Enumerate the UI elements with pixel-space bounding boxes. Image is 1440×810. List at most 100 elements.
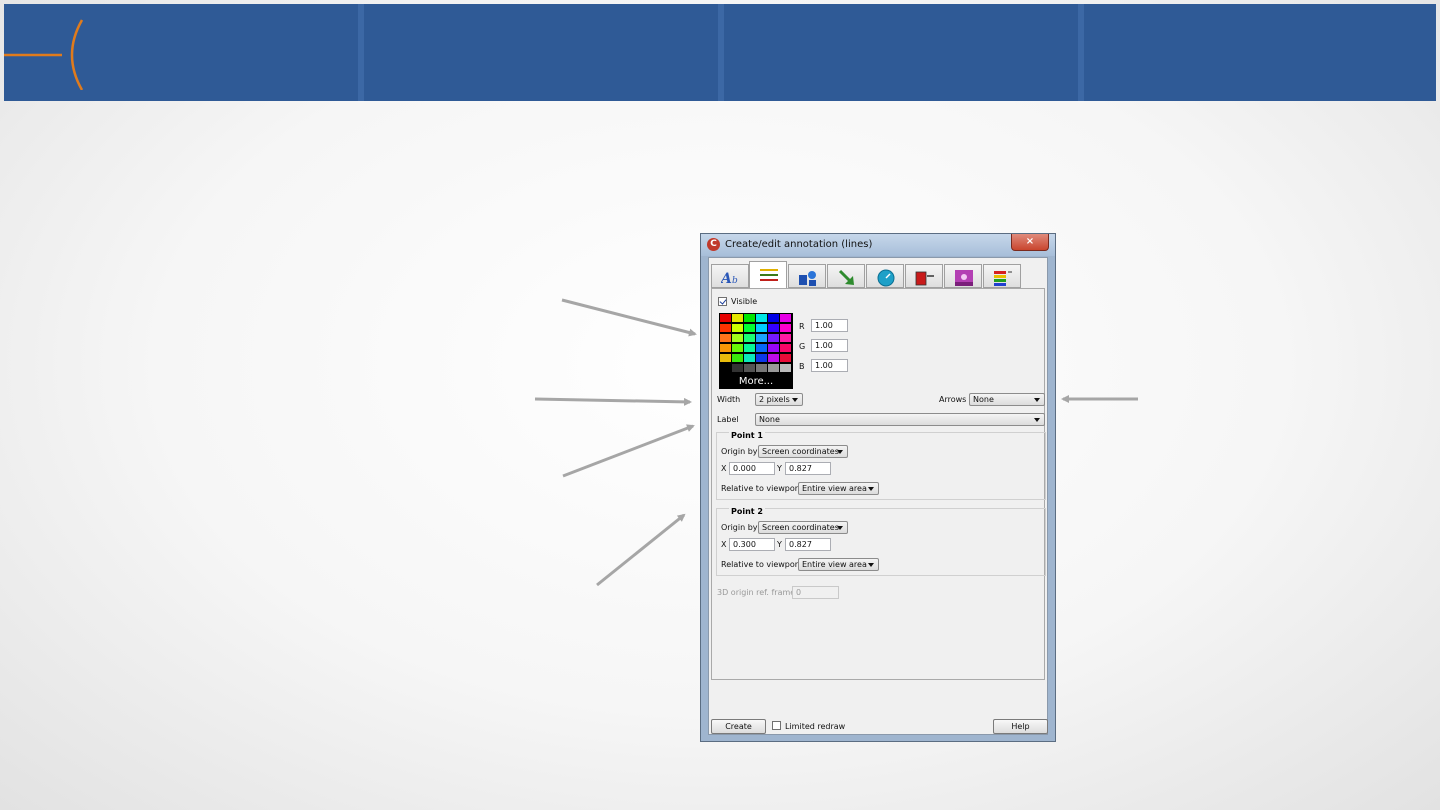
color-swatch[interactable] — [720, 344, 731, 352]
color-swatch[interactable] — [780, 364, 791, 372]
point1-viewport-value: Entire view area — [802, 484, 867, 493]
chevron-down-icon — [837, 450, 843, 454]
bracket-logo-icon — [4, 19, 84, 90]
color-swatch[interactable] — [732, 314, 743, 322]
green-label: G — [799, 342, 806, 351]
dialog-client: A b Visible More... R 1.00 G 1.00 B 1.00… — [708, 257, 1048, 735]
color-swatch[interactable] — [732, 334, 743, 342]
chevron-down-icon — [1034, 398, 1040, 402]
point2-x-input[interactable]: 0.300 — [729, 538, 775, 551]
close-button[interactable]: × — [1011, 234, 1049, 251]
limited-redraw-checkbox[interactable] — [772, 721, 781, 730]
color-swatch[interactable] — [744, 344, 755, 352]
legend-annotation-icon — [915, 271, 934, 286]
limited-redraw-label: Limited redraw — [785, 722, 846, 731]
color-swatch[interactable] — [780, 314, 791, 322]
color-swatch[interactable] — [756, 314, 767, 322]
point1-title: Point 1 — [729, 431, 765, 440]
color-swatch[interactable] — [720, 354, 731, 362]
point1-viewport-select[interactable]: Entire view area — [798, 482, 879, 495]
color-swatch[interactable] — [744, 354, 755, 362]
color-swatch[interactable] — [768, 364, 779, 372]
point2-origin-select[interactable]: Screen coordinates — [758, 521, 848, 534]
color-swatch[interactable] — [720, 314, 731, 322]
color-swatch[interactable] — [768, 314, 779, 322]
visible-label: Visible — [731, 297, 758, 306]
tab-colorbar[interactable] — [983, 264, 1021, 288]
point2-viewport-select[interactable]: Entire view area — [798, 558, 879, 571]
color-swatch[interactable] — [780, 324, 791, 332]
point1-origin-value: Screen coordinates — [762, 447, 839, 456]
visible-checkbox[interactable] — [718, 297, 727, 306]
tab-arrow[interactable] — [827, 264, 865, 288]
color-swatch[interactable] — [732, 364, 743, 372]
point1-x-input[interactable]: 0.000 — [729, 462, 775, 475]
dialog-titlebar[interactable]: C Create/edit annotation (lines) × — [701, 234, 1055, 256]
color-swatch[interactable] — [720, 334, 731, 342]
svg-text:b: b — [732, 276, 738, 286]
banner-divider — [718, 4, 724, 101]
color-swatch[interactable] — [720, 324, 731, 332]
arrow-annotation-icon — [838, 269, 854, 285]
red-input[interactable]: 1.00 — [811, 319, 848, 332]
color-swatch[interactable] — [756, 334, 767, 342]
point1-y-input[interactable]: 0.827 — [785, 462, 831, 475]
chevron-down-icon — [792, 398, 798, 402]
more-colors-button[interactable]: More... — [719, 374, 793, 389]
color-swatch[interactable] — [732, 324, 743, 332]
green-input[interactable]: 1.00 — [811, 339, 848, 352]
color-swatch[interactable] — [768, 334, 779, 342]
color-swatch[interactable] — [744, 314, 755, 322]
point2-y-label: Y — [777, 540, 782, 549]
color-swatch[interactable] — [744, 364, 755, 372]
line-annotation-icon — [760, 269, 778, 281]
label-label: Label — [717, 415, 739, 424]
text-annotation-icon: A b — [721, 271, 738, 287]
point1-viewport-label: Relative to viewport — [721, 484, 802, 493]
image-annotation-icon — [955, 270, 973, 286]
color-swatch[interactable] — [756, 344, 767, 352]
dialog-title: Create/edit annotation (lines) — [725, 239, 873, 250]
tab-clock[interactable] — [866, 264, 904, 288]
color-swatch[interactable] — [780, 334, 791, 342]
color-swatch[interactable] — [780, 354, 791, 362]
clock-annotation-icon — [877, 269, 895, 287]
arrows-select[interactable]: None — [969, 393, 1045, 406]
point2-y-input[interactable]: 0.827 — [785, 538, 831, 551]
callout-arrow-points — [596, 513, 686, 587]
shapes-annotation-icon — [799, 271, 816, 286]
color-swatch[interactable] — [720, 364, 731, 372]
color-swatch[interactable] — [780, 344, 791, 352]
color-swatch[interactable] — [744, 324, 755, 332]
color-swatch[interactable] — [756, 354, 767, 362]
color-swatch[interactable] — [768, 324, 779, 332]
point1-origin-select[interactable]: Screen coordinates — [758, 445, 848, 458]
color-swatch[interactable] — [744, 334, 755, 342]
colorbar-annotation-icon — [994, 271, 1012, 286]
callout-arrow-width — [534, 397, 692, 406]
color-swatch[interactable] — [768, 344, 779, 352]
blue-input[interactable]: 1.00 — [811, 359, 848, 372]
create-button[interactable]: Create — [711, 719, 766, 734]
tab-image[interactable] — [944, 264, 982, 288]
color-swatch[interactable] — [732, 344, 743, 352]
header-banner — [4, 4, 1436, 101]
width-select[interactable]: 2 pixels — [755, 393, 803, 406]
help-button[interactable]: Help — [993, 719, 1048, 734]
color-swatch[interactable] — [756, 324, 767, 332]
tab-lines[interactable] — [749, 261, 787, 289]
color-swatch[interactable] — [756, 364, 767, 372]
arrows-value: None — [973, 395, 994, 404]
callout-arrow-label — [562, 424, 695, 478]
point2-origin-label: Origin by — [721, 523, 758, 532]
svg-text:A: A — [721, 271, 732, 287]
label-select[interactable]: None — [755, 413, 1045, 426]
color-swatch[interactable] — [768, 354, 779, 362]
tab-legend[interactable] — [905, 264, 943, 288]
width-label: Width — [717, 395, 741, 404]
color-palette[interactable]: More... — [719, 313, 793, 389]
tab-shapes[interactable] — [788, 264, 826, 288]
ref-frame-label: 3D origin ref. frame — [717, 588, 796, 597]
color-swatch[interactable] — [732, 354, 743, 362]
tab-text[interactable]: A b — [711, 264, 749, 288]
